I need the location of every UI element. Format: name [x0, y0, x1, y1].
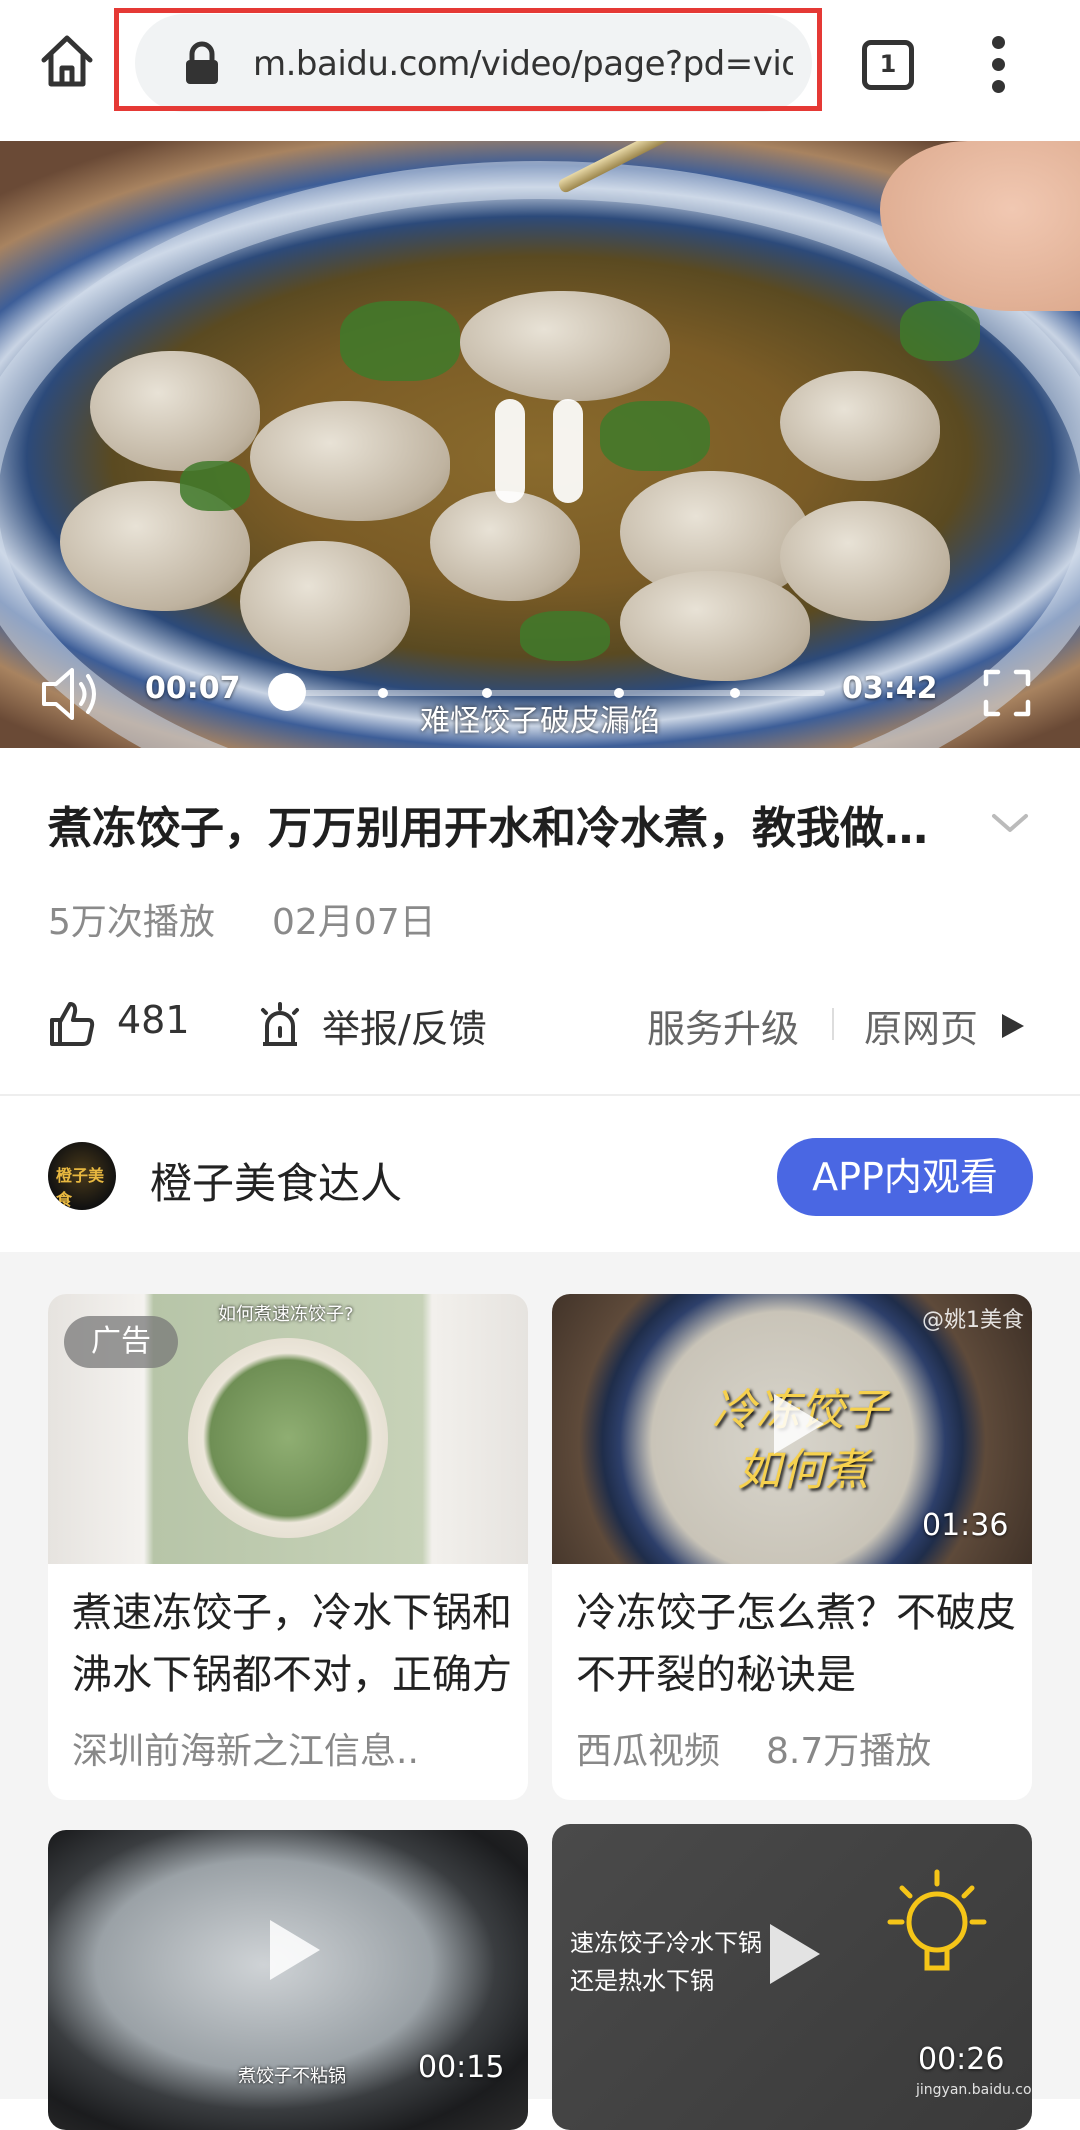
- like-count[interactable]: 481: [117, 998, 190, 1042]
- play-icon[interactable]: [270, 1920, 320, 1980]
- pause-icon[interactable]: [495, 399, 585, 509]
- thumbnail-caption: 如何煮速冻饺子?: [218, 1304, 354, 1325]
- more-vertical-icon[interactable]: [988, 36, 1012, 96]
- action-bar: 481 举报/反馈 服务升级 原网页: [0, 990, 1080, 1060]
- url-highlight-box: [114, 8, 822, 111]
- thumbnail-watermark: jingyan.baidu.com: [916, 2082, 1032, 2098]
- play-icon[interactable]: [774, 1394, 824, 1454]
- card-source: 西瓜视频: [576, 1731, 721, 1772]
- section-divider: [0, 1094, 1080, 1096]
- video-duration: 01:36: [922, 1508, 1009, 1543]
- video-subtitle: 难怪饺子破皮漏馅: [420, 704, 660, 739]
- card-plays: 8.7万播放: [766, 1731, 932, 1772]
- video-duration: 00:15: [418, 2050, 505, 2085]
- video-thumbnail: 如何煮速冻饺子? 广告: [48, 1294, 528, 1564]
- video-thumbnail: 速冻饺子冷水下锅 还是热水下锅 00:26 jingyan.baidu.com: [552, 1824, 1032, 2130]
- thumbs-up-icon[interactable]: [48, 1000, 96, 1048]
- publish-date: 02月07日: [272, 902, 436, 943]
- service-upgrade-link[interactable]: 服务升级: [647, 998, 799, 1053]
- lightbulb-icon: [882, 1864, 992, 2014]
- video-thumbnail: @姚1美食 冷冻饺子 如何煮 01:36: [552, 1294, 1032, 1564]
- avatar[interactable]: 橙子美食: [48, 1142, 116, 1210]
- card-title: 冷冻饺子怎么煮？不破皮不开裂的秘诀是: [576, 1590, 1016, 1698]
- play-arrow-icon[interactable]: [1000, 1012, 1026, 1040]
- thumbnail-text: 还是热水下锅: [570, 1967, 714, 1995]
- home-icon[interactable]: [36, 30, 98, 92]
- video-frame-greens: [900, 301, 980, 361]
- thumbnail-text: 速冻饺子冷水下锅: [570, 1929, 762, 1957]
- video-frame-greens: [180, 461, 250, 511]
- original-page-link[interactable]: 原网页: [864, 998, 978, 1053]
- browser-toolbar: m.baidu.com/video/page?pd=video_page&nid…: [0, 0, 1080, 140]
- list-item[interactable]: @姚1美食 冷冻饺子 如何煮 01:36 冷冻饺子怎么煮？不破皮不开裂的秘诀是 …: [552, 1294, 1032, 1800]
- tab-switcher-button[interactable]: 1: [862, 40, 914, 90]
- thumbnail-caption: 煮饺子不粘锅: [238, 2066, 346, 2087]
- video-frame-greens: [340, 301, 460, 381]
- chevron-down-icon[interactable]: [990, 808, 1030, 838]
- play-icon[interactable]: [770, 1924, 820, 1984]
- video-frame-greens: [600, 401, 710, 471]
- fullscreen-icon[interactable]: [983, 669, 1031, 717]
- related-videos-feed: 如何煮速冻饺子? 广告 煮速冻饺子，冷水下锅和沸水下锅都不对，正确方法 深圳前海…: [0, 1252, 1080, 2130]
- video-player[interactable]: 00:07 03:42 难怪饺子破皮漏馅: [0, 141, 1080, 748]
- report-feedback-link[interactable]: 举报/反馈: [322, 998, 487, 1053]
- avatar-text: 橙子美食: [56, 1166, 105, 1209]
- video-title: 煮冻饺子，万万别用开水和冷水煮，教我做的是饭店大厨: [48, 803, 968, 854]
- open-in-app-button[interactable]: APP内观看: [777, 1138, 1033, 1216]
- list-item[interactable]: 煮饺子不粘锅 00:15: [48, 1830, 528, 2130]
- list-item[interactable]: 如何煮速冻饺子? 广告 煮速冻饺子，冷水下锅和沸水下锅都不对，正确方法 深圳前海…: [48, 1294, 528, 1800]
- video-duration: 00:26: [918, 2042, 1005, 2077]
- thumbnail-watermark: @姚1美食: [922, 1308, 1024, 1333]
- play-count: 5万次播放: [48, 902, 215, 943]
- video-frame-greens: [520, 611, 610, 661]
- card-title: 煮速冻饺子，冷水下锅和沸水下锅都不对，正确方法: [72, 1590, 512, 1698]
- action-separator: [832, 1008, 834, 1040]
- video-thumbnail: 煮饺子不粘锅 00:15: [48, 1830, 528, 2130]
- alarm-report-icon[interactable]: [255, 1000, 305, 1048]
- author-name[interactable]: 橙子美食达人: [150, 1150, 402, 1211]
- card-source: 深圳前海新之江信息..: [72, 1731, 419, 1772]
- list-item[interactable]: 速冻饺子冷水下锅 还是热水下锅 00:26 jingyan.baidu.com: [552, 1824, 1032, 2130]
- ad-badge: 广告: [64, 1316, 178, 1368]
- thumbnail-plate: [188, 1338, 388, 1538]
